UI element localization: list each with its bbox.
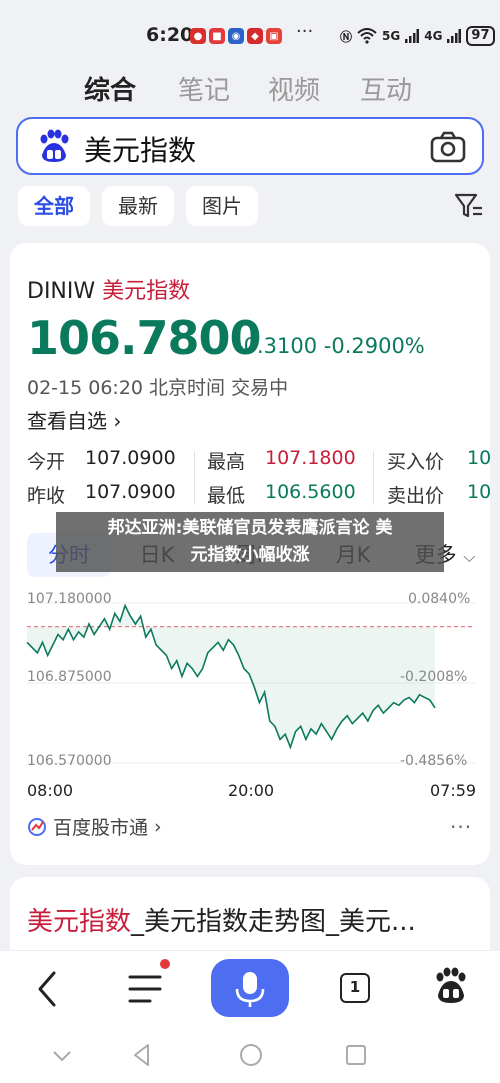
tab-comprehensive[interactable]: 综合 <box>84 70 136 107</box>
stat-divider <box>373 451 374 505</box>
data-source[interactable]: 百度股市通 › <box>27 813 162 840</box>
baidu-paw-icon[interactable] <box>422 951 482 1031</box>
filter-latest[interactable]: 最新 <box>102 186 174 226</box>
camera-icon[interactable] <box>430 131 466 163</box>
signal-5g-label: 5G <box>382 29 401 43</box>
notification-icons: ● ■ ◉ ◆ ▣ <box>190 28 282 44</box>
notification-app-icon: ◆ <box>247 28 263 44</box>
tabs-count-badge: 1 <box>340 973 370 1003</box>
notification-app-icon: ● <box>190 28 206 44</box>
status-bar: 6:20 ● ■ ◉ ◆ ▣ ··· Ⓝ 5G 4G 97 <box>0 21 500 54</box>
stats-row: 昨收 107.0900 最低 106.5600 卖出价 10 <box>27 481 490 511</box>
change-percent: -0.2900% <box>323 334 425 358</box>
notification-app-icon: ▣ <box>266 28 282 44</box>
result-title[interactable]: 美元指数_美元指数走势图_美元... <box>27 901 416 938</box>
battery-indicator: 97 <box>466 26 495 46</box>
stat-label: 最高 <box>207 451 246 473</box>
y-right-label: -0.2008% <box>400 669 468 685</box>
source-label: 百度股市通 <box>53 817 149 839</box>
x-axis-label: 08:00 <box>27 781 74 800</box>
search-result-card[interactable]: 美元指数_美元指数走势图_美元... <box>10 877 490 957</box>
nav-back-icon[interactable] <box>130 1042 154 1068</box>
stat-value: 107.0900 <box>85 481 176 503</box>
baidu-paw-icon <box>40 129 69 162</box>
stat-value: 10 <box>467 447 490 469</box>
y-left-label: 106.570000 <box>27 753 112 769</box>
ticker-code: DINIW <box>27 279 96 304</box>
stat-label: 最低 <box>207 485 246 507</box>
stats-row: 今开 107.0900 最高 107.1800 买入价 10 <box>27 447 490 477</box>
back-icon[interactable] <box>18 951 78 1031</box>
microphone-icon <box>235 972 265 1007</box>
tab-notes[interactable]: 笔记 <box>178 70 230 107</box>
x-axis-label: 20:00 <box>228 781 275 800</box>
stat-label: 买入价 <box>387 451 445 473</box>
more-options-icon[interactable]: ··· <box>450 815 472 839</box>
ticker-name: 美元指数 <box>102 279 191 304</box>
chevron-right-icon: › <box>113 409 122 433</box>
notification-app-icon: ■ <box>209 28 225 44</box>
stat-label: 昨收 <box>27 485 66 507</box>
filter-row: 全部 最新 图片 <box>18 186 488 226</box>
system-nav-bar <box>0 1030 500 1083</box>
chevron-right-icon: › <box>154 815 162 838</box>
notification-app-icon: ◉ <box>228 28 244 44</box>
system-indicators: Ⓝ 5G 4G 97 <box>340 26 495 46</box>
chart-plot <box>26 602 475 764</box>
y-left-label: 106.875000 <box>27 669 112 685</box>
filter-images[interactable]: 图片 <box>186 186 258 226</box>
signal-4g-label: 4G <box>424 29 443 43</box>
signal-icon <box>405 29 420 43</box>
y-right-label: -0.4856% <box>400 753 468 769</box>
current-price: 106.7800 <box>27 311 262 365</box>
tab-videos[interactable]: 视频 <box>268 70 320 107</box>
search-type-tabs: 综合 笔记 视频 互动 <box>0 70 500 110</box>
watchlist-link[interactable]: 查看自选 › <box>27 405 121 434</box>
price-change: -0.3100 -0.2900% <box>236 334 425 358</box>
bottom-toolbar: 1 <box>0 950 500 1030</box>
tabs-button[interactable]: 1 <box>326 951 386 1031</box>
signal-icon <box>447 29 462 43</box>
banner-line: 邦达亚洲:美联储官员发表鹰派言论 美 <box>107 518 393 538</box>
x-axis-label: 07:59 <box>430 781 477 800</box>
search-input[interactable]: 美元指数 <box>84 129 196 169</box>
stat-value: 106.5600 <box>265 481 356 503</box>
y-left-label: 107.180000 <box>27 591 112 607</box>
filter-all[interactable]: 全部 <box>18 186 90 226</box>
wifi-icon <box>357 28 377 44</box>
filter-icon[interactable] <box>454 192 484 220</box>
stat-divider <box>194 451 195 505</box>
stat-value: 107.0900 <box>85 447 176 469</box>
stat-value: 107.1800 <box>265 447 356 469</box>
baidu-stock-icon <box>28 817 46 836</box>
status-more: ··· <box>296 21 314 42</box>
result-title-highlight: 美元指数 <box>27 907 132 937</box>
stat-label: 卖出价 <box>387 485 445 507</box>
banner-line: 元指数小幅收涨 <box>190 545 310 565</box>
chevron-down-icon: ⌵ <box>463 547 476 566</box>
nfc-icon: Ⓝ <box>340 29 353 44</box>
news-headline-banner[interactable]: 邦达亚洲:美联储官员发表鹰派言论 美 元指数小幅收涨 <box>56 512 444 572</box>
quote-datetime: 02-15 06:20 北京时间 交易中 <box>27 377 289 399</box>
status-time: 6:20 <box>146 24 194 46</box>
stat-value: 10 <box>467 481 490 503</box>
menu-icon[interactable] <box>116 951 176 1031</box>
tab-interactive[interactable]: 互动 <box>360 70 412 107</box>
voice-search-button[interactable] <box>211 959 289 1017</box>
watchlist-label: 查看自选 <box>27 409 107 433</box>
nav-home-icon[interactable] <box>238 1042 264 1068</box>
search-bar[interactable]: 美元指数 <box>16 117 484 175</box>
stat-label: 今开 <box>27 451 66 473</box>
intraday-chart[interactable]: 107.180000 106.875000 106.570000 0.0840%… <box>10 583 490 803</box>
change-value: -0.3100 <box>236 334 318 358</box>
nav-hide-icon[interactable] <box>50 1044 74 1068</box>
nav-recents-icon[interactable] <box>344 1043 368 1067</box>
quote-header: DINIW 美元指数 <box>27 273 190 305</box>
result-title-rest: _美元指数走势图_美元... <box>131 907 416 937</box>
y-right-label: 0.0840% <box>408 591 471 607</box>
